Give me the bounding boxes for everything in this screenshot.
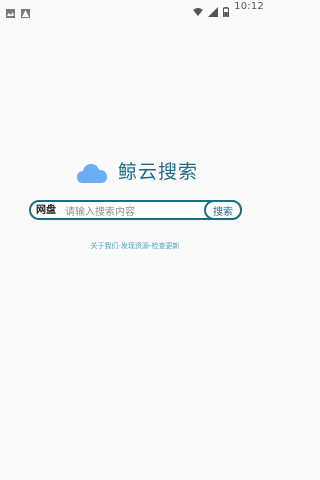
app-title: 鲸云搜索 xyxy=(118,161,199,183)
about-us-link[interactable]: 关于我们 xyxy=(90,242,118,250)
footer-links: 关于我们-发现资源-检查更新 xyxy=(0,241,270,251)
status-right: 10:12 xyxy=(193,1,264,18)
check-update-link[interactable]: 检查更新 xyxy=(152,242,180,250)
warning-icon xyxy=(21,3,30,18)
status-left xyxy=(6,3,30,18)
cloud-icon xyxy=(76,159,108,185)
app-logo: 鲸云搜索 xyxy=(76,156,198,188)
search-bar: 网盘 搜索 xyxy=(29,200,242,221)
battery-icon xyxy=(223,2,230,18)
status-time: 10:12 xyxy=(234,1,264,12)
notification-icon xyxy=(6,3,15,18)
search-input[interactable] xyxy=(63,203,207,221)
status-bar: 10:12 xyxy=(0,0,270,18)
search-button[interactable]: 搜索 xyxy=(204,200,242,220)
discover-resources-link[interactable]: 发现资源 xyxy=(121,242,149,250)
wifi-icon xyxy=(193,2,203,16)
cell-signal-icon xyxy=(208,2,219,17)
search-category[interactable]: 网盘 xyxy=(36,204,56,218)
